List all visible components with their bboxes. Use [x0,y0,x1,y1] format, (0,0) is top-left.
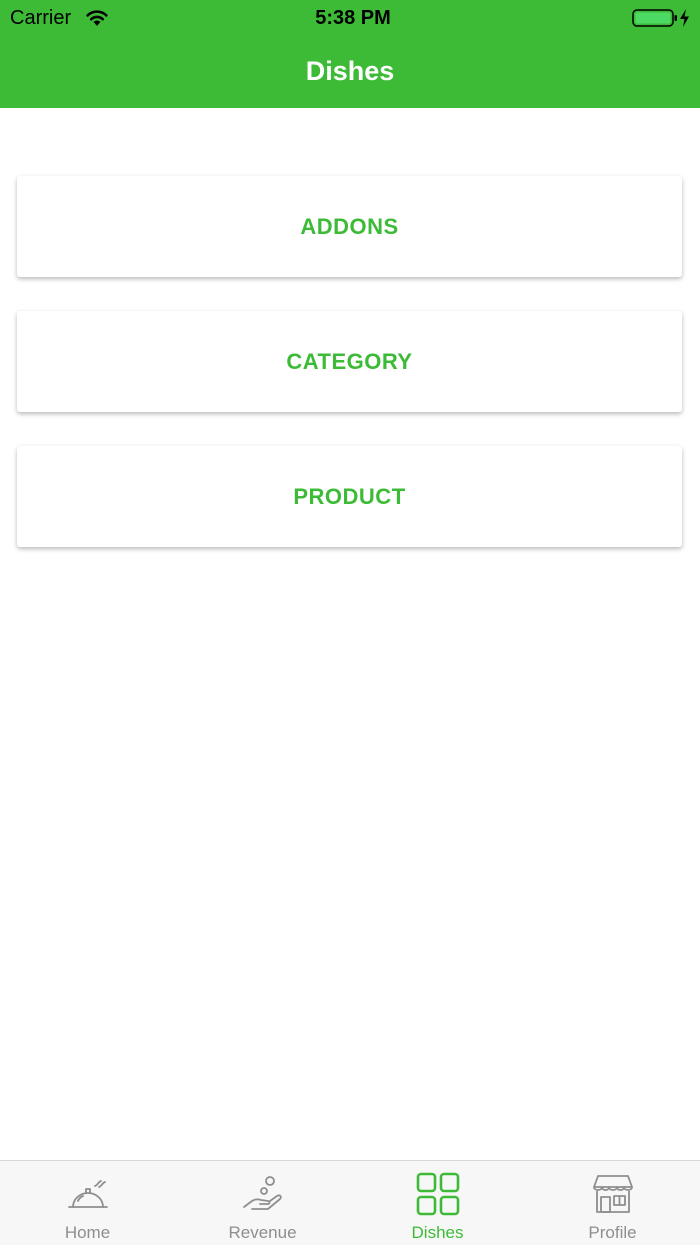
tab-revenue-label: Revenue [228,1223,297,1242]
tab-bar: Home Revenue Dishes Profile [0,1160,700,1245]
addons-button[interactable]: ADDONS [17,176,682,277]
serving-cloche-icon [68,1180,108,1208]
tab-revenue[interactable]: Revenue [175,1161,350,1245]
tab-dishes-label: Dishes [411,1223,464,1242]
battery-charging-icon [632,9,689,27]
category-button[interactable]: CATEGORY [17,311,682,412]
status-time: 5:38 PM [315,7,391,29]
grid-icon [416,1172,460,1216]
tab-home[interactable]: Home [0,1161,175,1245]
store-icon [593,1175,633,1213]
addons-label: ADDONS [300,213,399,239]
tab-profile[interactable]: Profile [525,1161,700,1245]
page-title: Dishes [305,56,395,86]
product-label: PRODUCT [293,483,406,509]
tab-profile-label: Profile [588,1223,637,1242]
tab-home-label: Home [64,1223,111,1242]
tab-dishes[interactable]: Dishes [350,1161,525,1245]
product-button[interactable]: PRODUCT [17,446,682,547]
category-label: CATEGORY [286,348,413,374]
status-bar: Carrier 5:38 PM [0,0,700,36]
hand-coin-icon [243,1176,282,1210]
nav-header: Carrier 5:38 PM Dishes [0,0,700,108]
